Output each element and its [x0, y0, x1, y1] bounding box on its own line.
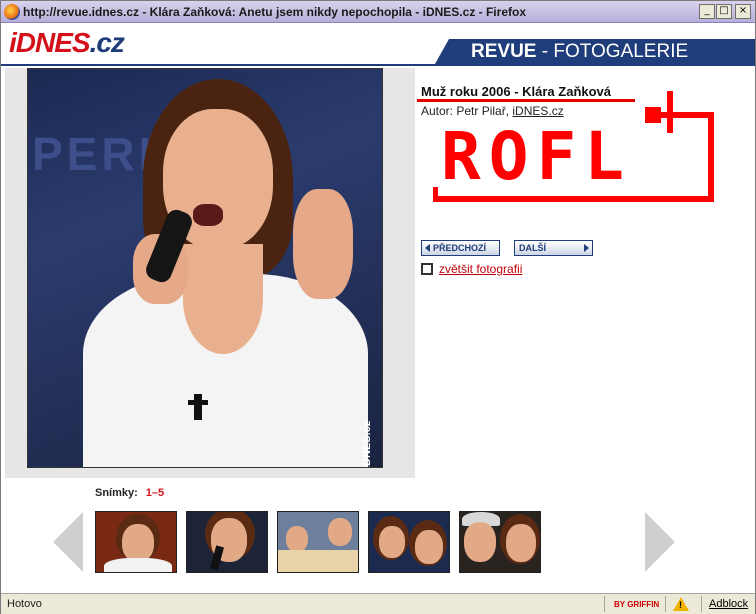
thumbnail-5[interactable] [459, 511, 541, 573]
thumbnail-2[interactable] [186, 511, 268, 573]
section-title: REVUE - FOTOGALERIE [471, 41, 688, 63]
photo-neck [183, 244, 263, 354]
thumb-4-face-2 [415, 530, 443, 564]
title-bar: http://revue.idnes.cz - Klára Zaňková: A… [1, 1, 755, 23]
next-button[interactable]: DALŠÍ [514, 240, 593, 256]
status-text: Hotovo [7, 598, 42, 610]
thumbnails-label: Snímky: 1–5 [95, 487, 164, 499]
page-content: iDNES.cz REVUE - FOTOGALERIE PERI KU iDN… [1, 24, 755, 593]
graffiti-text: ROFL [441, 118, 632, 195]
section-title-separator: - [536, 41, 554, 62]
thumb-4-face-1 [379, 526, 405, 558]
status-separator [604, 596, 605, 612]
rofl-graffiti: ROFL [433, 91, 714, 202]
thumbnails-range[interactable]: 1–5 [146, 487, 164, 499]
firefox-icon [4, 4, 20, 20]
main-photo[interactable]: PERI KU iDNES.cz [27, 68, 383, 468]
thumbnails-caption: Snímky: [95, 487, 138, 499]
logo-text-main: iDNES [9, 27, 91, 58]
thumbnails-next-arrow-icon[interactable] [645, 512, 675, 572]
arrow-right-icon [584, 244, 589, 252]
warning-glyph: ! [679, 600, 682, 610]
thumb-5-face-1 [464, 522, 496, 562]
browser-window: http://revue.idnes.cz - Klára Zaňková: A… [0, 0, 756, 614]
status-bar: Hotovo BY GRIFFIN ! Adblock [1, 593, 755, 614]
zoom-photo[interactable]: zvětšit fotografii [421, 262, 522, 276]
thumb-1-shirt [104, 558, 172, 572]
thumb-5-face-2 [506, 524, 536, 562]
graffiti-plug-box [645, 107, 661, 123]
thumb-3-table [278, 550, 358, 572]
arrow-left-icon [425, 244, 430, 252]
thumbnail-4[interactable] [368, 511, 450, 573]
thumb-3-face-1 [286, 526, 308, 552]
previous-button[interactable]: PŘEDCHOZÍ [421, 240, 500, 256]
maximize-button[interactable]: □ [716, 4, 732, 19]
warning-icon[interactable]: ! [673, 597, 689, 611]
zoom-icon [421, 263, 433, 275]
photo-cross-pendant [188, 394, 208, 420]
thumbnail-3[interactable] [277, 511, 359, 573]
section-banner: REVUE - FOTOGALERIE [435, 39, 755, 64]
thumb-3-face-2 [328, 518, 352, 546]
previous-label: PŘEDCHOZÍ [433, 243, 487, 253]
griffin-badge[interactable]: BY GRIFFIN [614, 600, 659, 609]
header-divider [1, 64, 755, 66]
zoom-link[interactable]: zvětšit fotografii [439, 262, 522, 276]
thumbnails-prev-arrow-icon[interactable] [53, 512, 83, 572]
adblock-button[interactable]: Adblock [709, 598, 748, 610]
status-separator [665, 596, 666, 612]
minimize-button[interactable]: _ [699, 4, 715, 19]
site-header: iDNES.cz REVUE - FOTOGALERIE [1, 24, 755, 64]
status-separator [701, 596, 702, 612]
thumbnail-1[interactable] [95, 511, 177, 573]
section-title-rest: FOTOGALERIE [553, 41, 689, 62]
close-button[interactable]: × [735, 4, 751, 19]
photo-watermark: iDNES.cz [361, 420, 373, 468]
photo-mouth [193, 204, 223, 226]
thumb-1-face [122, 524, 154, 562]
window-title: http://revue.idnes.cz - Klára Zaňková: A… [23, 5, 526, 19]
photo-raised-hand [293, 189, 353, 299]
next-label: DALŠÍ [519, 243, 546, 253]
logo-text-domain: .cz [89, 27, 125, 58]
idnes-logo[interactable]: iDNES.cz [9, 27, 125, 59]
section-title-bold: REVUE [471, 41, 537, 62]
